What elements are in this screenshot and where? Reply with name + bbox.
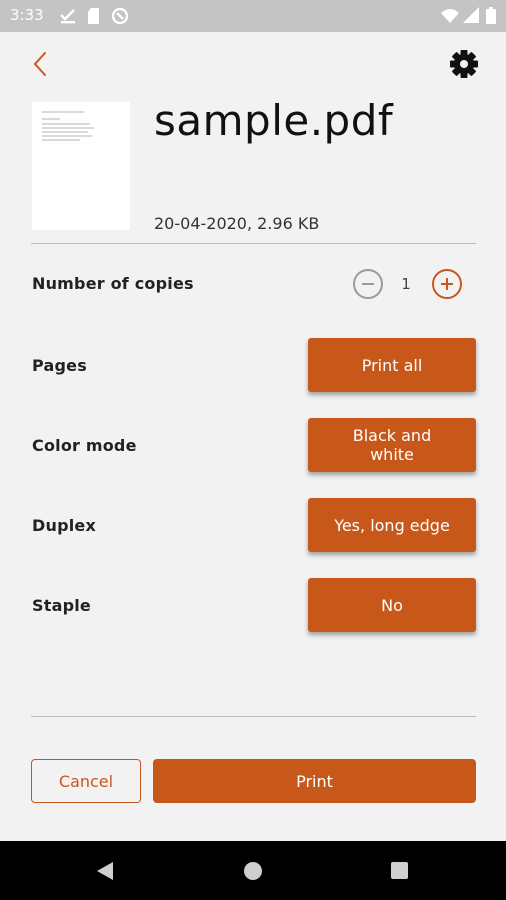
copies-label: Number of copies <box>32 274 194 293</box>
increase-copies-button[interactable] <box>432 269 462 299</box>
chevron-left-icon <box>33 52 46 76</box>
divider <box>31 243 476 244</box>
sync-icon <box>111 7 129 25</box>
pages-button[interactable]: Print all <box>308 338 476 392</box>
cancel-button[interactable]: Cancel <box>31 759 141 803</box>
duplex-label: Duplex <box>32 516 96 535</box>
divider <box>31 716 476 717</box>
signal-icon <box>463 7 479 23</box>
nav-back-icon[interactable] <box>97 862 113 880</box>
settings-button[interactable] <box>447 46 481 82</box>
status-time: 3:33 <box>10 6 44 24</box>
download-done-icon <box>60 9 75 24</box>
document-preview-lines <box>42 111 94 141</box>
navigation-bar <box>0 841 506 900</box>
decrease-copies-button[interactable] <box>353 269 383 299</box>
document-thumbnail <box>32 102 130 230</box>
copies-value: 1 <box>401 275 411 293</box>
status-bar: 3:33 <box>0 0 506 32</box>
sd-card-icon <box>88 8 99 24</box>
staple-button[interactable]: No <box>308 578 476 632</box>
staple-label: Staple <box>32 596 91 615</box>
back-button[interactable] <box>24 46 58 82</box>
print-button[interactable]: Print <box>153 759 476 803</box>
gear-icon <box>450 50 478 78</box>
file-name: sample.pdf <box>154 96 394 145</box>
color-mode-label: Color mode <box>32 436 137 455</box>
file-meta: 20-04-2020, 2.96 KB <box>154 214 320 233</box>
color-mode-button[interactable]: Black and white <box>308 418 476 472</box>
duplex-button[interactable]: Yes, long edge <box>308 498 476 552</box>
battery-icon <box>486 7 496 24</box>
nav-home-icon[interactable] <box>244 862 262 880</box>
nav-recents-icon[interactable] <box>391 862 408 879</box>
wifi-icon <box>441 9 459 23</box>
pages-label: Pages <box>32 356 87 375</box>
